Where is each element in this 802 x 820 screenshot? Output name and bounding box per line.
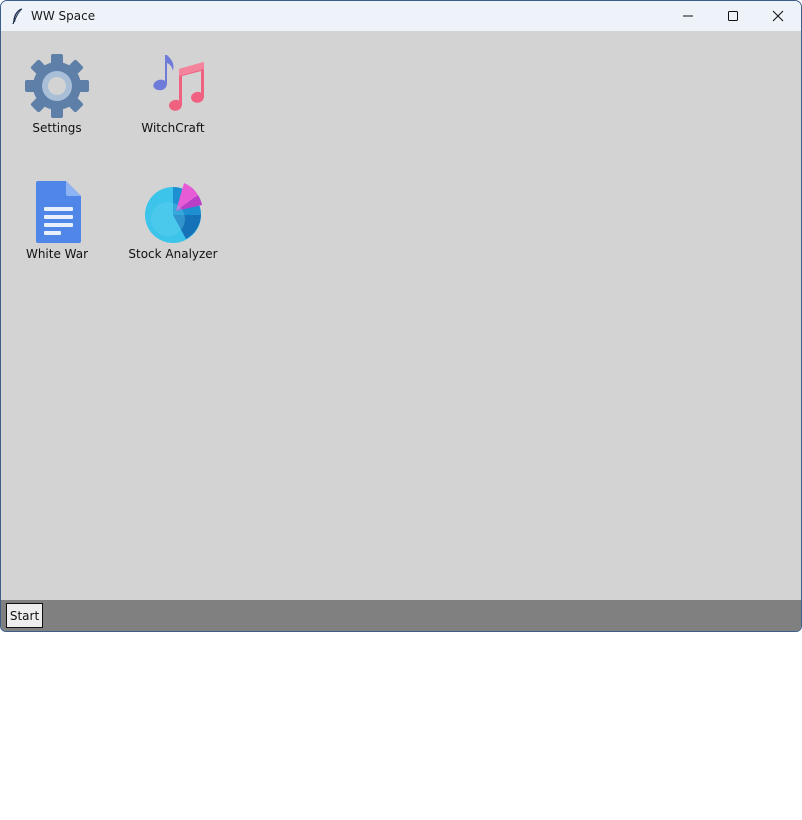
desktop-icon-stock-analyzer[interactable]: Stock Analyzer	[123, 175, 223, 275]
close-icon	[772, 10, 784, 22]
main-window: WW Space Settings WitchCraft White War S…	[0, 0, 802, 632]
start-button[interactable]: Start	[6, 603, 43, 628]
gear-icon	[22, 49, 92, 119]
feather-icon	[9, 7, 27, 25]
desktop-icon-settings[interactable]: Settings	[7, 49, 107, 149]
maximize-button[interactable]	[710, 1, 756, 31]
close-button[interactable]	[755, 1, 801, 31]
title-bar[interactable]: WW Space	[1, 1, 801, 31]
desktop-icon-white-war[interactable]: White War	[7, 175, 107, 275]
document-icon	[22, 175, 92, 245]
desktop-icon-label: Settings	[32, 121, 82, 135]
pie-chart-icon	[138, 175, 208, 245]
window-title: WW Space	[31, 9, 96, 23]
desktop-icon-witchcraft[interactable]: WitchCraft	[123, 49, 223, 149]
desktop-area: Settings WitchCraft White War Stock Anal…	[1, 31, 801, 600]
music-notes-icon	[138, 49, 208, 119]
desktop-icon-label: White War	[25, 247, 89, 261]
minimize-button[interactable]	[665, 1, 711, 31]
desktop-icon-label: Stock Analyzer	[128, 247, 218, 261]
minimize-icon	[682, 10, 694, 22]
maximize-icon	[727, 10, 739, 22]
taskbar: Start	[1, 600, 801, 631]
desktop-icon-label: WitchCraft	[141, 121, 205, 135]
